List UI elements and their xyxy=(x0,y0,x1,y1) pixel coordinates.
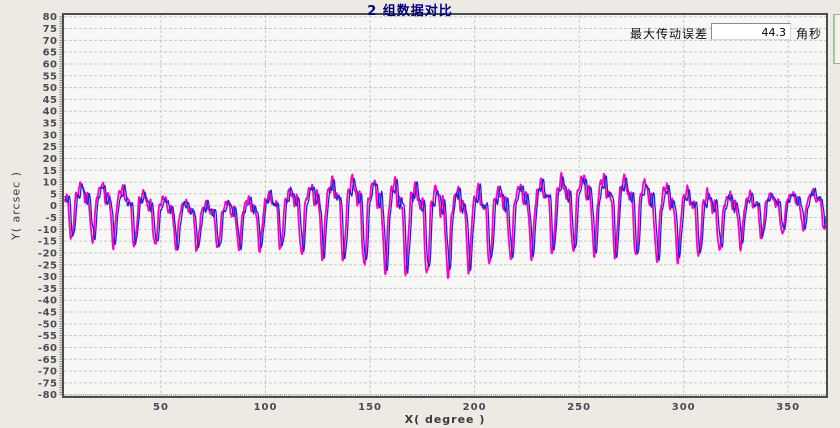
svg-text:65: 65 xyxy=(43,48,58,59)
max-error-value-field[interactable] xyxy=(711,23,791,40)
svg-text:35: 35 xyxy=(43,119,58,130)
svg-text:350: 350 xyxy=(776,402,800,413)
svg-text:55: 55 xyxy=(43,71,58,82)
svg-text:5: 5 xyxy=(50,189,57,200)
svg-text:-35: -35 xyxy=(38,284,58,295)
svg-text:-70: -70 xyxy=(38,367,58,378)
svg-text:10: 10 xyxy=(43,178,58,189)
svg-text:-40: -40 xyxy=(38,296,58,307)
svg-text:-50: -50 xyxy=(38,319,58,330)
svg-text:-10: -10 xyxy=(38,225,58,236)
svg-text:40: 40 xyxy=(43,107,58,118)
svg-text:70: 70 xyxy=(43,36,58,47)
adjacent-panel-edge[interactable] xyxy=(833,14,840,64)
svg-text:150: 150 xyxy=(358,402,382,413)
svg-text:20: 20 xyxy=(43,154,58,165)
svg-text:15: 15 xyxy=(43,166,58,177)
svg-text:-25: -25 xyxy=(38,260,58,271)
svg-text:-55: -55 xyxy=(38,331,58,342)
svg-text:60: 60 xyxy=(43,59,58,70)
svg-text:300: 300 xyxy=(672,402,696,413)
svg-text:-15: -15 xyxy=(38,237,58,248)
y-axis-label: Y( arcsec ) xyxy=(10,156,23,256)
svg-text:-60: -60 xyxy=(38,343,58,354)
svg-text:-80: -80 xyxy=(38,390,58,401)
svg-text:250: 250 xyxy=(567,402,591,413)
svg-text:30: 30 xyxy=(43,130,58,141)
chart-title: 2 组数据对比 xyxy=(0,0,820,19)
svg-text:25: 25 xyxy=(43,142,58,153)
svg-text:-45: -45 xyxy=(38,308,58,319)
svg-text:-75: -75 xyxy=(38,378,58,389)
x-axis-label: X( degree ) xyxy=(0,413,840,426)
svg-text:-30: -30 xyxy=(38,272,58,283)
svg-text:-20: -20 xyxy=(38,248,58,259)
svg-text:-5: -5 xyxy=(45,213,57,224)
svg-text:100: 100 xyxy=(254,402,278,413)
svg-text:-65: -65 xyxy=(38,355,58,366)
svg-text:0: 0 xyxy=(50,201,57,212)
svg-text:50: 50 xyxy=(153,402,169,413)
svg-text:75: 75 xyxy=(43,24,58,35)
svg-text:200: 200 xyxy=(463,402,487,413)
svg-text:50: 50 xyxy=(43,83,58,94)
svg-text:45: 45 xyxy=(43,95,58,106)
plot-canvas: -80-75-70-65-60-55-50-45-40-35-30-25-20-… xyxy=(0,0,840,428)
